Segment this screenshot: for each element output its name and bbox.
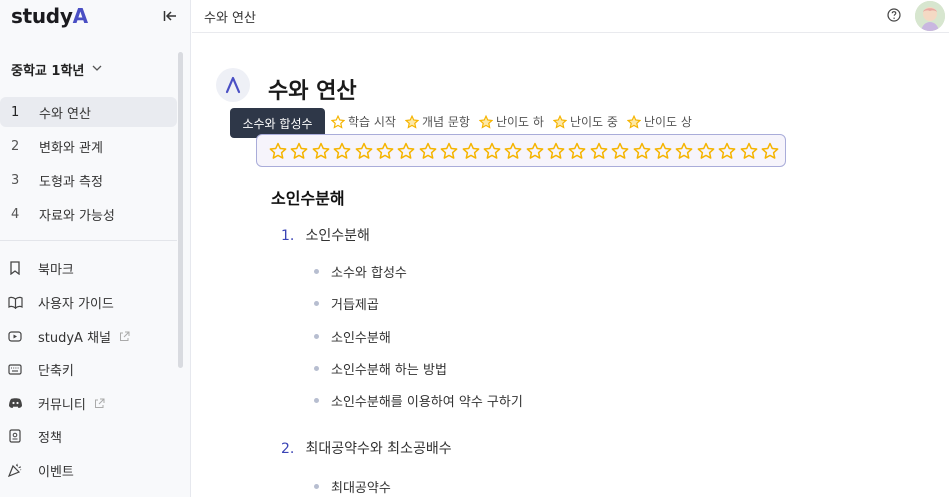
list-item[interactable]: 최대공약수 bbox=[314, 477, 391, 496]
topic-label: 최대공약수와 최소공배수 bbox=[305, 441, 452, 457]
sidebar-unit-label: 도형과 측정 bbox=[39, 174, 103, 190]
star-icon bbox=[331, 114, 345, 129]
legend-item-hard: 난이도 상 bbox=[626, 113, 692, 130]
sidebar-link-guide[interactable]: 사용자 가이드 bbox=[0, 290, 180, 314]
legend-item-concept: 개념 문항 bbox=[404, 113, 470, 130]
page-icon bbox=[216, 68, 250, 102]
legend-item-medium: 난이도 중 bbox=[552, 113, 618, 130]
star-icon[interactable] bbox=[633, 141, 654, 161]
sidebar-unit-label: 수와 연산 bbox=[39, 106, 91, 122]
sidebar-unit-2[interactable]: 2 변화와 관계 bbox=[0, 131, 177, 161]
section-heading: 소인수분해 bbox=[271, 189, 345, 208]
star-icon[interactable] bbox=[333, 141, 354, 161]
star-icon[interactable] bbox=[312, 141, 333, 161]
star-icon[interactable] bbox=[568, 141, 589, 161]
page-title: 수와 연산 bbox=[268, 79, 357, 104]
star-icon[interactable] bbox=[355, 141, 376, 161]
app-logo[interactable]: studyA bbox=[11, 4, 88, 28]
star-legend: 학습 시작 개념 문항 난이도 하 난이도 중 난이도 상 bbox=[331, 113, 692, 130]
star-icon[interactable] bbox=[611, 141, 632, 161]
star-icon[interactable] bbox=[697, 141, 718, 161]
bookmark-icon bbox=[7, 260, 23, 276]
policy-icon bbox=[7, 428, 23, 444]
keyboard-icon bbox=[7, 361, 23, 377]
sidebar-unit-label: 변화와 관계 bbox=[39, 140, 103, 156]
progress-stars bbox=[256, 134, 786, 167]
star-icon[interactable] bbox=[440, 141, 461, 161]
star-icon[interactable] bbox=[547, 141, 568, 161]
star-icon[interactable] bbox=[654, 141, 675, 161]
youtube-icon bbox=[7, 328, 23, 344]
party-popper-icon bbox=[7, 462, 23, 478]
sidebar-unit-3[interactable]: 3 도형과 측정 bbox=[0, 165, 177, 195]
grade-selector[interactable]: 중학교 1학년 bbox=[11, 60, 102, 79]
topic-label: 소인수분해 bbox=[305, 228, 370, 244]
sidebar-unit-1[interactable]: 1 수와 연산 bbox=[0, 97, 177, 127]
list-item[interactable]: 소수와 합성수 bbox=[314, 262, 407, 281]
legend-item-start: 학습 시작 bbox=[331, 113, 396, 130]
list-item[interactable]: 소인수분해 하는 방법 bbox=[314, 359, 447, 378]
star-icon bbox=[552, 114, 567, 129]
sidebar-scrollbar[interactable] bbox=[178, 52, 183, 368]
star-icon bbox=[626, 114, 641, 129]
star-icon[interactable] bbox=[419, 141, 440, 161]
list-item[interactable]: 소인수분해 bbox=[314, 327, 391, 346]
star-icon[interactable] bbox=[740, 141, 761, 161]
chevron-down-icon bbox=[92, 65, 102, 71]
sidebar-unit-label: 자료와 가능성 bbox=[39, 208, 115, 224]
help-icon[interactable] bbox=[887, 7, 903, 23]
topbar: 수와 연산 bbox=[192, 0, 949, 33]
sidebar-link-shortcuts[interactable]: 단축키 bbox=[0, 357, 180, 381]
external-link-icon bbox=[94, 398, 105, 409]
star-icon[interactable] bbox=[483, 141, 504, 161]
star-icon bbox=[404, 114, 419, 129]
sidebar-link-channel[interactable]: studyA 채널 bbox=[0, 324, 180, 348]
sidebar-link-policy[interactable]: 정책 bbox=[0, 424, 180, 448]
legend-item-easy: 난이도 하 bbox=[478, 113, 544, 130]
star-icon[interactable] bbox=[376, 141, 397, 161]
star-icon[interactable] bbox=[397, 141, 418, 161]
book-open-icon bbox=[7, 294, 23, 310]
external-link-icon bbox=[119, 331, 130, 342]
star-icon[interactable] bbox=[675, 141, 696, 161]
collapse-sidebar-icon[interactable] bbox=[160, 6, 180, 26]
sidebar-divider bbox=[0, 240, 177, 241]
list-item[interactable]: 소인수분해를 이용하여 약수 구하기 bbox=[314, 391, 523, 410]
discord-icon bbox=[7, 395, 23, 411]
sidebar-link-bookmark[interactable]: 북마크 bbox=[0, 256, 180, 280]
star-icon[interactable] bbox=[718, 141, 739, 161]
star-icon[interactable] bbox=[269, 141, 290, 161]
star-icon[interactable] bbox=[761, 141, 782, 161]
star-icon[interactable] bbox=[526, 141, 547, 161]
list-item[interactable]: 거듭제곱 bbox=[314, 294, 379, 313]
topic-1[interactable]: 1. 소인수분해 bbox=[281, 225, 370, 245]
star-icon[interactable] bbox=[290, 141, 311, 161]
sidebar-link-event[interactable]: 이벤트 bbox=[0, 458, 180, 482]
breadcrumb: 수와 연산 bbox=[204, 11, 256, 26]
avatar[interactable] bbox=[915, 1, 945, 31]
star-icon bbox=[478, 114, 493, 129]
sidebar-unit-4[interactable]: 4 자료와 가능성 bbox=[0, 199, 177, 229]
star-icon[interactable] bbox=[462, 141, 483, 161]
grade-label: 중학교 1학년 bbox=[11, 64, 85, 79]
sidebar: studyA 중학교 1학년 1 수와 연산 2 변화와 관계 3 도형과 측정… bbox=[0, 0, 191, 497]
star-icon[interactable] bbox=[590, 141, 611, 161]
sidebar-link-community[interactable]: 커뮤니티 bbox=[0, 391, 180, 415]
star-icon[interactable] bbox=[504, 141, 525, 161]
topic-2[interactable]: 2. 최대공약수와 최소공배수 bbox=[281, 438, 452, 458]
